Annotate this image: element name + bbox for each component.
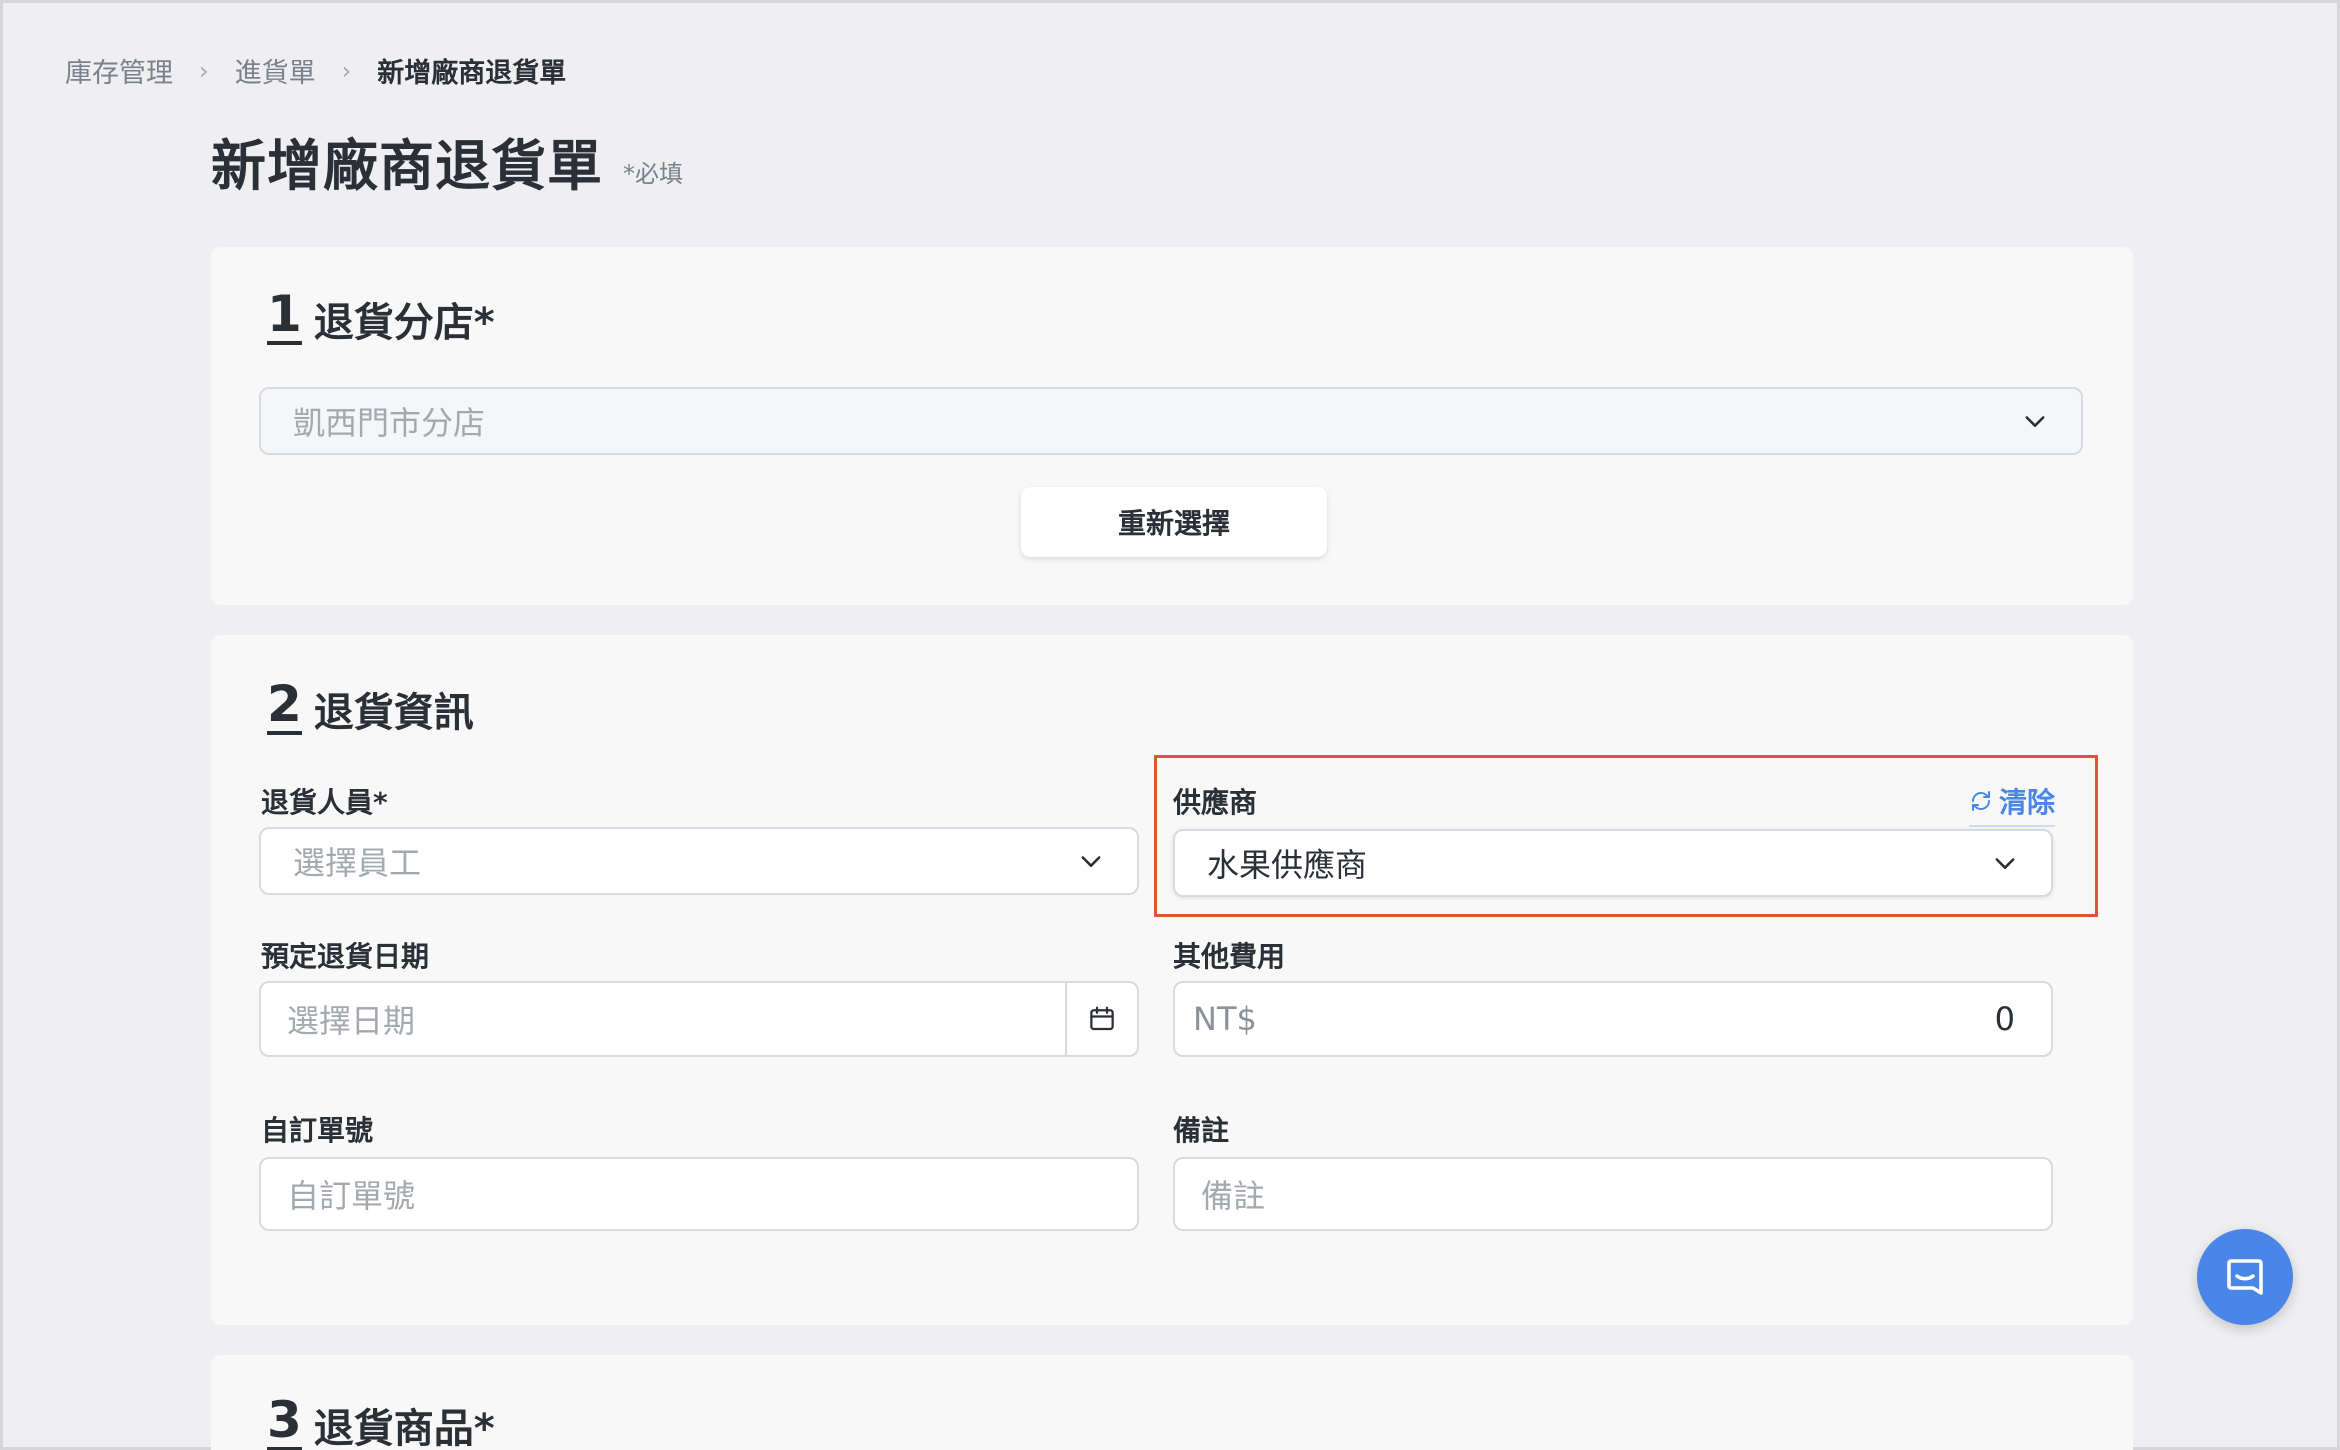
date-input-placeholder: 選擇日期	[287, 1002, 416, 1040]
section-header: 1 退貨分店*	[267, 289, 495, 345]
section-title: 退貨資訊	[313, 690, 474, 736]
other-fee-value: 0	[1994, 1000, 2015, 1038]
breadcrumb-item-purchase-order[interactable]: 進貨單	[235, 51, 316, 90]
chevron-down-icon	[2025, 416, 2045, 427]
breadcrumb-item-inventory[interactable]: 庫存管理	[65, 51, 173, 90]
custom-no-placeholder: 自訂單號	[287, 1177, 416, 1215]
staff-label: 退貨人員*	[261, 786, 388, 819]
section-title: 退貨分店*	[313, 300, 495, 346]
page: 庫存管理 › 進貨單 › 新增廠商退貨單 新增廠商退貨單 *必填 1 退貨分店*…	[0, 0, 2340, 1450]
section-return-info: 2 退貨資訊 退貨人員* 選擇員工 供應商 水果供應商 預定退貨日期 選擇日期	[211, 635, 2133, 1325]
chevron-right-icon: ›	[341, 56, 352, 85]
supplier-highlight	[1154, 755, 2098, 917]
breadcrumb-item-current: 新增廠商退貨單	[377, 58, 567, 89]
section-header: 3 退貨商品*	[267, 1395, 495, 1450]
note-placeholder: 備註	[1201, 1177, 1266, 1215]
other-fee-input[interactable]: NT$ 0	[1173, 981, 2053, 1057]
custom-no-label: 自訂單號	[261, 1114, 374, 1147]
calendar-icon	[1090, 1006, 1114, 1031]
calendar-button[interactable]	[1065, 983, 1137, 1055]
custom-no-input[interactable]: 自訂單號	[259, 1157, 1139, 1231]
branch-select-value: 凱西門市分店	[293, 404, 486, 442]
section-header: 2 退貨資訊	[267, 679, 474, 735]
section-number: 1	[267, 285, 302, 345]
section-title: 退貨商品*	[313, 1406, 495, 1450]
chevron-right-icon: ›	[199, 56, 209, 85]
other-fee-label: 其他費用	[1173, 940, 1286, 973]
required-note: *必填	[623, 160, 684, 188]
clear-supplier-button[interactable]: 清除	[1969, 781, 2056, 827]
date-input[interactable]: 選擇日期	[259, 981, 1139, 1057]
clear-label: 清除	[1999, 786, 2056, 819]
title-row: 新增廠商退貨單 *必填	[211, 121, 683, 201]
chat-button[interactable]	[2197, 1229, 2293, 1325]
staff-select-placeholder: 選擇員工	[293, 844, 422, 882]
section-number: 2	[267, 675, 302, 735]
page-title: 新增廠商退貨單	[211, 134, 604, 198]
breadcrumb: 庫存管理 › 進貨單 › 新增廠商退貨單	[65, 51, 566, 90]
refresh-icon	[1972, 791, 1990, 811]
section-number: 3	[267, 1391, 302, 1450]
chevron-down-icon	[1081, 856, 1101, 867]
note-label: 備註	[1173, 1114, 1230, 1147]
section-return-branch: 1 退貨分店* 凱西門市分店 重新選擇	[211, 247, 2133, 605]
note-input[interactable]: 備註	[1173, 1157, 2053, 1231]
chat-icon	[2227, 1259, 2263, 1295]
date-label: 預定退貨日期	[261, 940, 430, 973]
branch-select[interactable]: 凱西門市分店	[259, 387, 2083, 455]
currency-prefix: NT$	[1193, 1000, 1257, 1038]
section-return-items: 3 退貨商品*	[211, 1355, 2133, 1450]
staff-select[interactable]: 選擇員工	[259, 827, 1139, 895]
reselect-button[interactable]: 重新選擇	[1021, 487, 1327, 557]
